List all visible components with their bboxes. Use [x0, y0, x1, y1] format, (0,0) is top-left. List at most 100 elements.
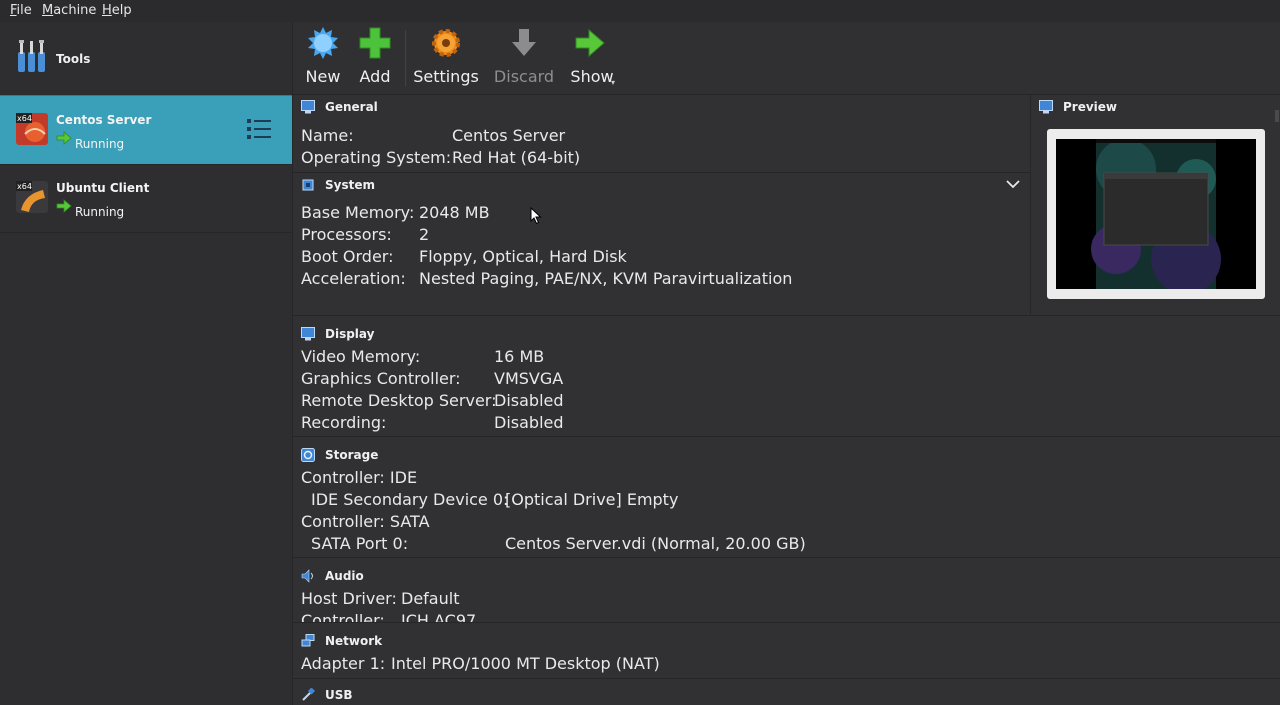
general-section: General Name: Centos Server Operating Sy…: [293, 95, 1030, 171]
new-label: New: [305, 67, 341, 86]
vm-name: Centos Server: [56, 113, 152, 127]
video-memory-value: 16 MB: [494, 347, 545, 366]
ide-device-label: IDE Secondary Device 0:: [311, 490, 509, 509]
name-value: Centos Server: [452, 126, 566, 145]
settings-icon: [432, 29, 460, 57]
discard-icon: [512, 29, 536, 56]
new-button[interactable]: New: [303, 22, 343, 94]
speaker-icon: [301, 569, 313, 583]
video-memory-label: Video Memory:: [301, 347, 421, 366]
audio-controller-value: ICH AC97: [401, 611, 477, 622]
vm-state: Running: [75, 137, 125, 151]
audio-header[interactable]: Audio: [293, 564, 1280, 588]
controller-sata: Controller: SATA: [301, 512, 430, 531]
menu-bar: File Machine Help: [0, 0, 1280, 22]
show-dropdown-indicator[interactable]: ▾: [611, 78, 615, 87]
vm-os-icon: x64: [16, 113, 48, 145]
sata-port-label: SATA Port 0:: [311, 534, 409, 553]
add-icon: [359, 27, 391, 59]
running-arrow-icon: [56, 199, 72, 213]
vm-os-icon: x64: [16, 181, 48, 213]
discard-button[interactable]: Discard: [493, 22, 555, 94]
discard-label: Discard: [493, 67, 555, 86]
running-arrow-icon: [56, 131, 72, 145]
general-header[interactable]: General: [293, 95, 1030, 119]
details-pane: General Name: Centos Server Operating Sy…: [293, 95, 1280, 705]
network-icon: [301, 634, 315, 647]
graphics-controller-label: Graphics Controller:: [301, 369, 461, 388]
vm-menu-icon[interactable]: [246, 116, 272, 142]
processors-label: Processors:: [301, 225, 392, 244]
display-header[interactable]: Display: [293, 322, 1280, 346]
vm-preview-screen: [1056, 139, 1256, 289]
graphics-controller-value: VMSVGA: [494, 369, 564, 388]
chevron-down-icon[interactable]: [1006, 179, 1020, 189]
recording-value: Disabled: [494, 413, 564, 432]
monitor-icon: [1039, 100, 1053, 114]
storage-title: Storage: [325, 448, 379, 462]
vm-name: Ubuntu Client: [56, 181, 150, 195]
tools-item[interactable]: Tools: [0, 22, 292, 95]
toolbar-separator: [405, 30, 406, 86]
mouse-cursor-icon: [530, 207, 542, 225]
preview-header[interactable]: Preview: [1031, 95, 1280, 119]
rds-label: Remote Desktop Server:: [301, 391, 497, 410]
controller-ide: Controller: IDE: [301, 468, 418, 487]
network-header[interactable]: Network: [293, 629, 1280, 653]
vm-desktop-image: [1091, 139, 1221, 289]
vm-item-ubuntu-client[interactable]: x64 Ubuntu Client Running: [0, 164, 292, 233]
disk-icon: [301, 448, 315, 462]
host-driver-label: Host Driver:: [301, 589, 397, 608]
os-value: Red Hat (64-bit): [452, 148, 581, 167]
svg-text:x64: x64: [17, 114, 32, 123]
name-label: Name:: [301, 126, 354, 145]
vm-item-centos-server[interactable]: x64 Centos Server Running: [0, 95, 292, 165]
menu-machine[interactable]: Machine: [42, 3, 96, 18]
vm-preview-thumbnail[interactable]: [1047, 129, 1265, 299]
recording-label: Recording:: [301, 413, 387, 432]
menu-help[interactable]: Help: [102, 3, 132, 18]
display-title: Display: [325, 327, 375, 341]
memory-value: 2048 MB: [419, 203, 490, 222]
storage-header[interactable]: Storage: [293, 443, 1280, 467]
show-icon: [575, 28, 605, 58]
storage-section: Storage Controller: IDE IDE Secondary De…: [293, 436, 1280, 557]
tools-icon: [18, 40, 45, 72]
audio-controller-label: Controller:: [301, 611, 385, 622]
adapter-value: Intel PRO/1000 MT Desktop (NAT): [391, 654, 660, 673]
settings-label: Settings: [413, 67, 479, 86]
processors-value: 2: [419, 225, 430, 244]
vm-list-sidebar: Tools x64 Centos Server Running x64 Ubun…: [0, 22, 293, 705]
monitor-icon: [301, 100, 315, 114]
add-button[interactable]: Add: [355, 22, 395, 94]
audio-title: Audio: [325, 569, 364, 583]
chip-icon: [302, 179, 314, 191]
acceleration-value: Nested Paging, PAE/NX, KVM Paravirtualiz…: [419, 269, 793, 288]
boot-value: Floppy, Optical, Hard Disk: [419, 247, 627, 266]
rds-value: Disabled: [494, 391, 564, 410]
network-title: Network: [325, 634, 383, 648]
display-section: Display Video Memory: 16 MB Graphics Con…: [293, 315, 1280, 436]
adapter-label: Adapter 1:: [301, 654, 386, 673]
vm-state: Running: [75, 205, 125, 219]
menu-file[interactable]: File: [10, 3, 32, 18]
general-title: General: [325, 100, 378, 114]
system-header[interactable]: System: [293, 173, 1030, 197]
scrollbar-thumb[interactable]: [1275, 110, 1279, 122]
ide-device-value: [Optical Drive] Empty: [505, 490, 679, 509]
os-label: Operating System:: [301, 148, 452, 167]
main-toolbar: New Add Settings Discard Show ▾: [293, 22, 1280, 95]
settings-button[interactable]: Settings: [413, 22, 479, 94]
memory-label: Base Memory:: [301, 203, 415, 222]
add-label: Add: [359, 67, 391, 86]
show-label: Show: [570, 67, 614, 86]
preview-panel: Preview: [1030, 95, 1280, 315]
usb-header[interactable]: USB: [293, 683, 1280, 705]
network-section: Network Adapter 1: Intel PRO/1000 MT Des…: [293, 622, 1280, 678]
usb-section: USB: [293, 678, 1280, 705]
monitor-icon: [301, 327, 315, 341]
show-button[interactable]: Show ▾: [567, 22, 617, 94]
audio-section: Audio Host Driver: Default Controller: I…: [293, 557, 1280, 622]
usb-title: USB: [325, 688, 353, 702]
usb-icon: [302, 688, 315, 701]
